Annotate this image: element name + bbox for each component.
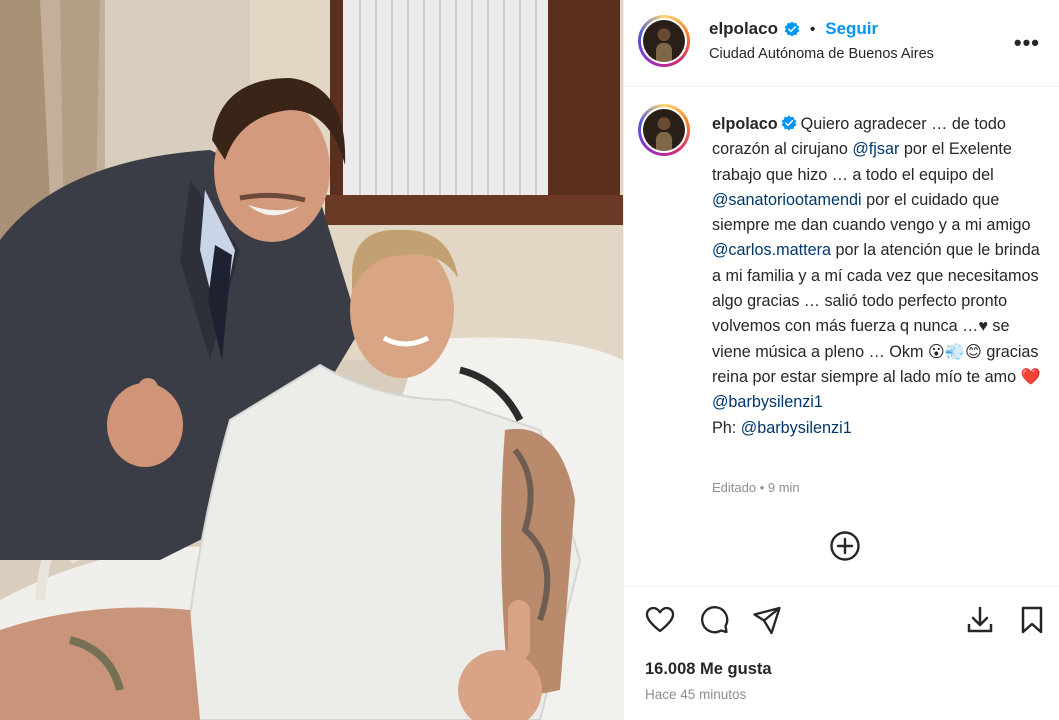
verified-badge-icon [784,21,800,37]
caption-text: Ph: [712,418,741,437]
post-side-panel: elpolaco • Seguir Ciudad Autónoma de Bue… [623,0,1059,720]
mention-link[interactable]: @sanatoriootamendi [712,191,862,209]
caption-text: por la atención que le brinda a mi famil… [712,241,1041,386]
mention-link[interactable]: @fjsar [852,140,899,158]
post-photo[interactable] [0,0,623,720]
mention-link[interactable]: @barbysilenzi1 [712,393,823,411]
mention-link[interactable]: @carlos.mattera [712,241,831,259]
bookmark-icon[interactable] [1017,605,1047,635]
post-location[interactable]: Ciudad Autónoma de Buenos Aires [709,46,934,62]
author-row: elpolaco • Seguir [709,19,878,39]
author-avatar[interactable] [638,15,690,67]
comment-bubble-icon[interactable] [699,605,729,635]
heart-icon[interactable] [645,605,675,635]
likes-count[interactable]: 16.008 Me gusta [645,660,772,679]
post-actions: 16.008 Me gusta Hace 45 minutos [624,586,1059,720]
mention-link[interactable]: @barbysilenzi1 [741,419,852,437]
more-options-button[interactable]: ••• [1014,30,1040,56]
header-separator: • [809,20,816,38]
caption-username[interactable]: elpolaco [712,115,778,133]
plus-circle-icon[interactable] [829,530,861,562]
download-icon[interactable] [965,605,995,635]
edited-timestamp: Editado • 9 min [712,480,800,495]
post-time[interactable]: Hace 45 minutos [645,687,746,702]
author-username[interactable]: elpolaco [709,19,778,39]
post-header: elpolaco • Seguir Ciudad Autónoma de Bue… [624,0,1059,87]
paper-plane-icon[interactable] [752,605,782,635]
post-caption: elpolaco Quiero agradecer … de todo cora… [712,112,1052,441]
verified-badge-icon [781,115,797,131]
caption-avatar[interactable] [638,104,690,156]
post-photo-illustration [0,0,623,720]
follow-button[interactable]: Seguir [825,19,878,39]
